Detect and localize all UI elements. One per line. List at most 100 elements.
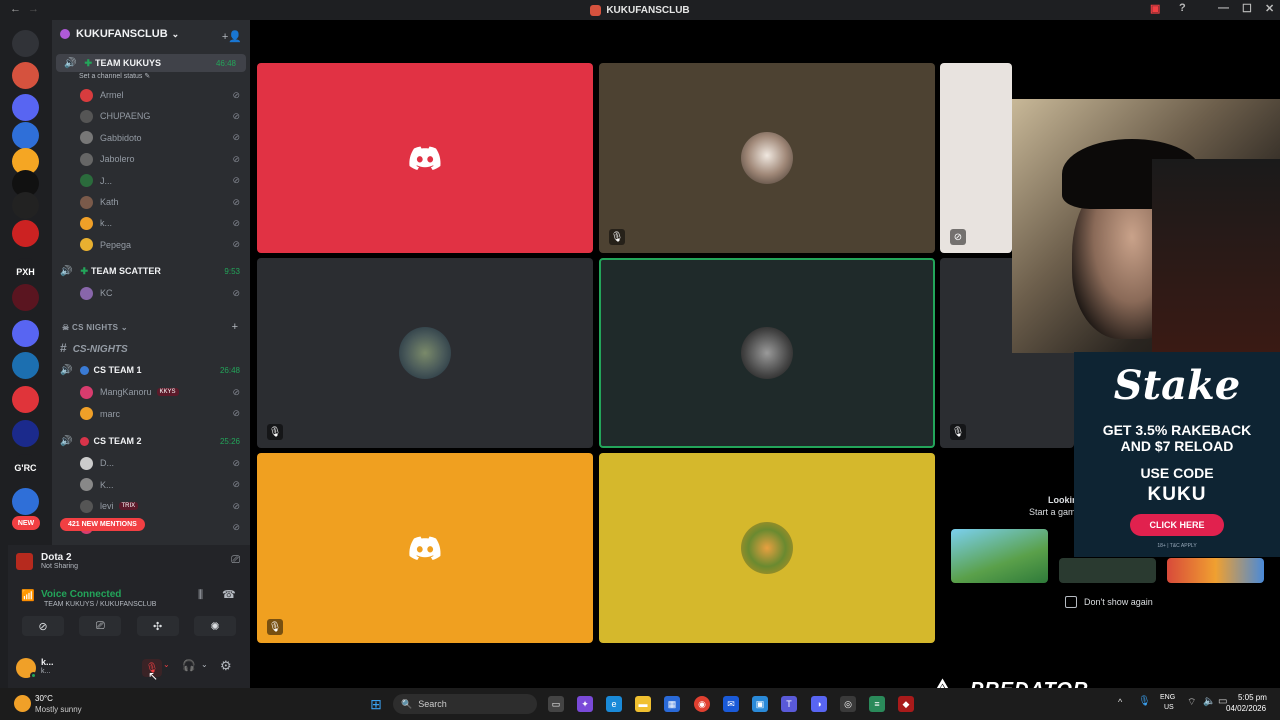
voice-user[interactable]: Armel ⊘	[80, 86, 246, 104]
voice-user[interactable]: Pepega ⊘	[80, 236, 246, 254]
activity-card[interactable]	[951, 529, 1048, 583]
server-icon[interactable]	[12, 220, 39, 247]
server-icon[interactable]	[12, 320, 39, 347]
region-indicator[interactable]: US	[1164, 704, 1174, 711]
app-icon[interactable]: ▣	[752, 696, 768, 712]
voice-user[interactable]: CHUPAENG ⊘	[80, 107, 246, 125]
text-channel-cs-nights[interactable]: # CS-NIGHTS	[60, 341, 128, 355]
inbox-icon[interactable]: ▣	[1150, 2, 1160, 15]
activity-card[interactable]	[1167, 558, 1264, 583]
video-tile-participant[interactable]: 🎙	[257, 453, 593, 643]
server-icon[interactable]	[12, 122, 39, 149]
activities-button[interactable]: ✣	[136, 616, 179, 636]
dota-taskbar-icon[interactable]: ◆	[898, 696, 914, 712]
taskbar-search[interactable]: 🔍 Search	[393, 694, 537, 714]
sponsor-banner[interactable]: Stake GET 3.5% RAKEBACK AND $7 RELOAD US…	[1074, 352, 1280, 557]
channel-status[interactable]: Set a channel status ✎	[79, 72, 150, 80]
server-icon[interactable]	[12, 420, 39, 447]
chrome-icon[interactable]: ◉	[694, 696, 710, 712]
back-arrow-icon[interactable]: ←	[10, 3, 21, 15]
server-icon[interactable]	[12, 30, 39, 57]
voice-channel-cs-team-2[interactable]: 🔊 CS TEAM 2 25:26	[52, 432, 250, 450]
clock-time[interactable]: 5:05 pm	[1238, 693, 1267, 702]
windows-start-icon[interactable]: ⊞	[368, 696, 384, 712]
teams-icon[interactable]: T	[781, 696, 797, 712]
voice-user[interactable]: K... ⊘	[80, 476, 246, 494]
audio-options-chevron-icon[interactable]: ⌄	[201, 660, 208, 669]
server-icon[interactable]	[12, 284, 39, 311]
video-tile-speaking[interactable]	[599, 258, 935, 448]
voice-user[interactable]: Jabolero ⊘	[80, 150, 246, 168]
minimize-button[interactable]: —	[1218, 2, 1229, 14]
voice-user[interactable]: J... ⊘	[80, 172, 246, 190]
voice-user[interactable]: MangKanoru KKYS ⊘	[80, 383, 246, 401]
dont-show-checkbox[interactable]	[1065, 596, 1077, 608]
voice-user[interactable]: D... ⊘	[80, 454, 246, 472]
discord-taskbar-icon[interactable]: ◑	[811, 696, 827, 712]
maximize-button[interactable]: ☐	[1242, 2, 1252, 15]
headphones-icon[interactable]: 🎧	[182, 659, 196, 672]
server-icon[interactable]	[12, 488, 39, 515]
notepad-icon[interactable]: ≡	[869, 696, 885, 712]
server-header[interactable]: KUKUFANSCLUB ⌄	[60, 28, 179, 40]
voice-channel-cs-team-1[interactable]: 🔊 CS TEAM 1 26:48	[52, 361, 250, 379]
activity-card[interactable]	[1059, 558, 1156, 583]
mic-tray-icon[interactable]: 🎙	[1138, 696, 1151, 707]
signal-icon[interactable]: 📶	[21, 589, 35, 602]
voice-channel-team-scatter[interactable]: 🔊 ✚ TEAM SCATTER 9:53	[52, 262, 250, 280]
file-explorer-icon[interactable]: ▬	[635, 696, 651, 712]
server-icon[interactable]: NEW	[12, 516, 40, 530]
show-hidden-icons[interactable]: ^	[1118, 697, 1122, 707]
store-icon[interactable]: ▦	[664, 696, 680, 712]
video-tile-participant[interactable]: 🎙	[257, 258, 593, 448]
share-screen-button[interactable]: ⎚	[79, 616, 122, 636]
screen-share-icon[interactable]: ⎚	[231, 554, 240, 567]
noise-suppression-icon[interactable]: ⫼	[198, 589, 203, 602]
voice-user[interactable]: levi TRIX ⊘	[80, 497, 246, 515]
server-icon[interactable]: G'RC	[12, 454, 39, 481]
settings-gear-icon[interactable]: ⚙	[220, 658, 232, 674]
mic-options-chevron-icon[interactable]: ⌄	[163, 660, 170, 669]
voice-user[interactable]: k... ⊘	[80, 214, 246, 232]
voice-user[interactable]: Gabbidoto ⊘	[80, 129, 246, 147]
server-icon[interactable]	[12, 94, 39, 121]
server-icon[interactable]	[12, 62, 39, 89]
video-tile-participant[interactable]	[599, 453, 935, 643]
camera-off-button[interactable]: ⊘	[22, 616, 64, 636]
video-tile-participant[interactable]	[257, 63, 593, 253]
outlook-icon[interactable]: ✉	[723, 696, 739, 712]
forward-arrow-icon[interactable]: →	[28, 3, 39, 15]
invite-icon[interactable]: +👤	[222, 30, 242, 43]
weather-temp[interactable]: 30°C	[35, 694, 53, 703]
close-button[interactable]: ✕	[1265, 2, 1274, 15]
voice-user[interactable]: KC ⊘	[80, 284, 246, 302]
voice-connected-label[interactable]: Voice Connected	[41, 589, 121, 600]
copilot-icon[interactable]: ✦	[577, 696, 593, 712]
video-tile-participant[interactable]: ⊘	[940, 63, 1012, 253]
voice-user[interactable]: Kath ⊘	[80, 193, 246, 211]
disconnect-icon[interactable]: ☎	[222, 588, 236, 601]
soundboard-button[interactable]: ✺	[193, 616, 236, 636]
weather-sun-icon[interactable]	[14, 695, 31, 712]
edge-icon[interactable]: e	[606, 696, 622, 712]
voice-user[interactable]: marc ⊘	[80, 405, 246, 423]
click-here-button[interactable]: CLICK HERE	[1130, 514, 1224, 536]
weather-desc[interactable]: Mostly sunny	[35, 705, 82, 714]
voice-channel-team-kukuys[interactable]: 🔊 ✚ TEAM KUKUYS 46:48	[56, 54, 246, 72]
wifi-icon[interactable]: ⌔	[1187, 696, 1196, 709]
server-icon[interactable]	[12, 192, 39, 219]
volume-icon[interactable]: 🔈	[1203, 696, 1215, 707]
clock-date[interactable]: 04/02/2026	[1226, 704, 1266, 713]
help-icon[interactable]: ?	[1179, 2, 1186, 14]
task-view-icon[interactable]: ▭	[548, 696, 564, 712]
language-indicator[interactable]: ENG	[1160, 694, 1175, 701]
app-icon[interactable]: ◎	[840, 696, 856, 712]
video-tile-participant[interactable]: 🎙	[599, 63, 935, 253]
new-mentions-pill[interactable]: 421 NEW MENTIONS	[60, 518, 145, 531]
category-cs-nights[interactable]: ☠ CS NIGHTS ⌄	[62, 323, 128, 332]
server-icon[interactable]	[12, 386, 39, 413]
username[interactable]: k...	[41, 657, 54, 667]
voice-location[interactable]: TEAM KUKUYS / KUKUFANSCLUB	[44, 601, 156, 608]
server-icon[interactable]	[12, 352, 39, 379]
create-channel-icon[interactable]: +	[232, 321, 238, 333]
